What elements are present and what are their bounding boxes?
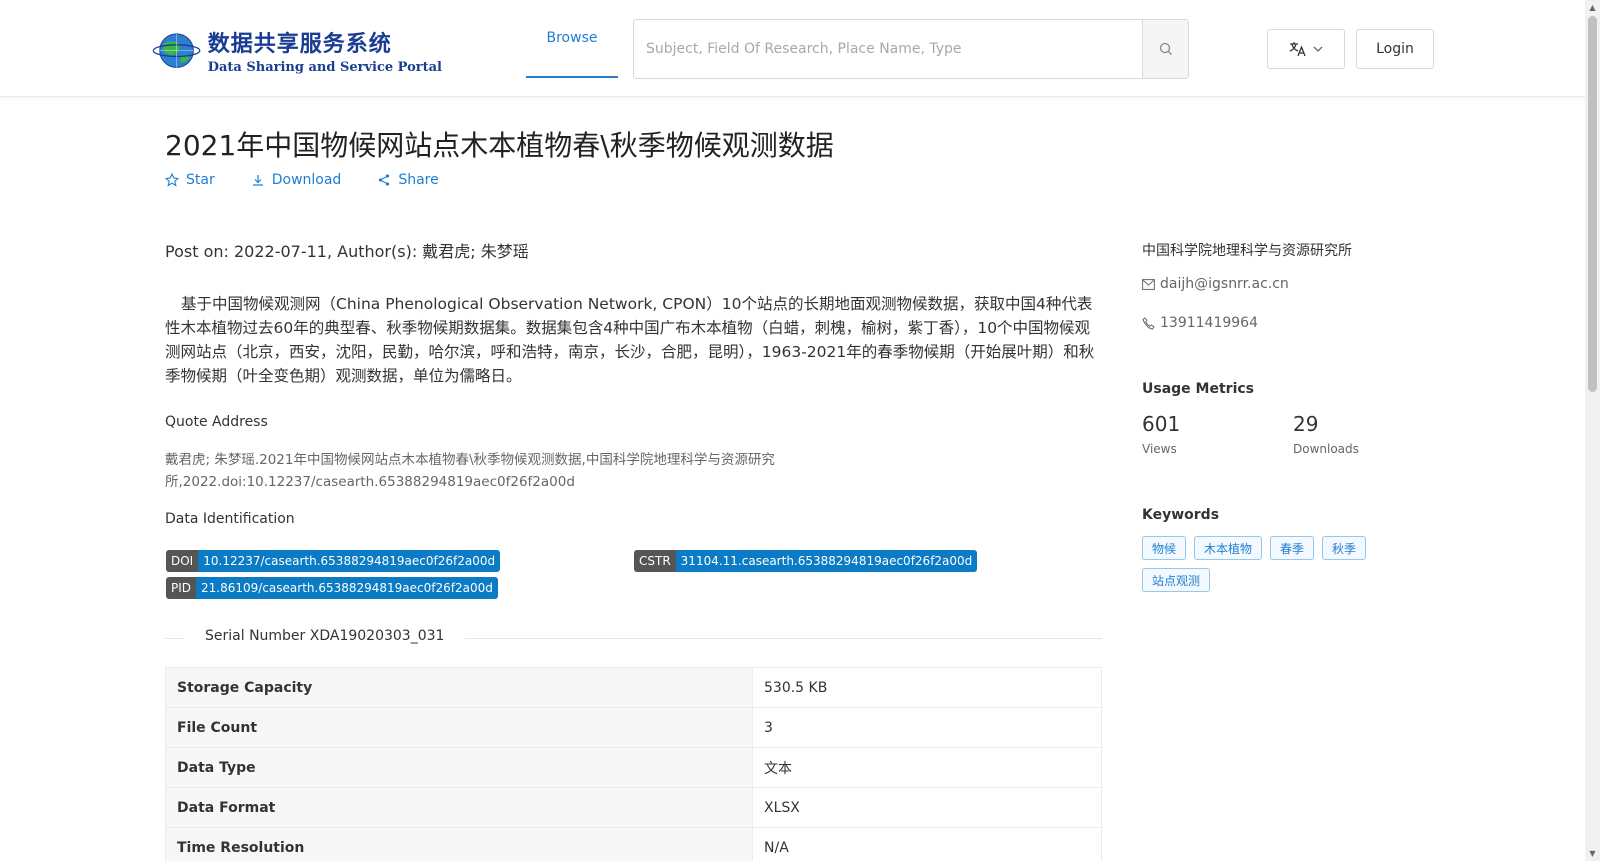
dataset-abstract: 基于中国物候观测网（China Phenological Observation… [165, 295, 1095, 385]
share-label: Share [398, 172, 439, 188]
download-label: Download [271, 172, 342, 188]
info-value: 3 [752, 707, 1102, 748]
pid-badge[interactable]: PID 21.86109/casearth.65388294819aec0f26… [166, 577, 498, 599]
cstr-badge[interactable]: CSTR 31104.11.casearth.65388294819aec0f2… [634, 550, 978, 572]
cstr-badge-key: CSTR [634, 550, 676, 572]
info-value: N/A [752, 827, 1102, 861]
logo-title-cn: 数据共享服务系统 [207, 30, 392, 57]
star-icon [165, 173, 179, 187]
downloads-label: Downloads [1293, 442, 1359, 456]
keyword-tag[interactable]: 物候 [1142, 536, 1187, 560]
pid-badge-value: 21.86109/casearth.65388294819aec0f26f2a0… [196, 577, 498, 599]
phone-icon [1142, 316, 1155, 330]
table-row: Time Resolution N/A [165, 827, 1102, 861]
usage-metrics-heading: Usage Metrics [1142, 381, 1254, 397]
keyword-tag[interactable]: 春季 [1270, 536, 1315, 560]
dataset-info-table: Storage Capacity 530.5 KB File Count 3 D… [165, 667, 1102, 861]
info-value: XLSX [752, 787, 1102, 828]
search-button[interactable] [1142, 20, 1188, 78]
share-action[interactable]: Share [377, 172, 439, 188]
info-key: Storage Capacity [165, 667, 753, 708]
keyword-tag[interactable]: 木本植物 [1194, 536, 1263, 560]
contact-phone[interactable]: 13911419964 [1142, 315, 1258, 331]
quote-address-label: Quote Address [165, 414, 268, 430]
views-metric: 601 Views [1142, 412, 1180, 456]
contact-email[interactable]: daijh@igsnrr.ac.cn [1142, 276, 1289, 292]
pid-badge-key: PID [166, 577, 197, 599]
downloads-metric: 29 Downloads [1293, 412, 1359, 456]
info-key: Data Type [165, 747, 753, 788]
logo-title-en: Data Sharing and Service Portal [207, 59, 442, 75]
phone-text: 13911419964 [1160, 315, 1258, 331]
page-scrollbar[interactable]: ▲ ▼ [1585, 0, 1600, 861]
info-key: Data Format [165, 787, 753, 828]
scroll-down-arrow-icon[interactable]: ▼ [1585, 846, 1600, 861]
cstr-badge-value: 31104.11.casearth.65388294819aec0f26f2a0… [675, 550, 978, 572]
downloads-count: 29 [1293, 412, 1319, 436]
table-row: Storage Capacity 530.5 KB [165, 667, 1102, 708]
globe-logo-icon [152, 33, 201, 68]
keyword-list: 物候 木本植物 春季 秋季 站点观测 [1142, 536, 1382, 592]
keywords-heading: Keywords [1142, 507, 1220, 523]
divider-line [465, 638, 1102, 639]
doi-badge[interactable]: DOI 10.12237/casearth.65388294819aec0f26… [166, 550, 501, 572]
site-header: 数据共享服务系统 Data Sharing and Service Portal… [0, 0, 1585, 97]
star-label: Star [186, 172, 215, 188]
info-key: Time Resolution [165, 827, 753, 861]
download-action[interactable]: Download [251, 172, 342, 188]
site-logo[interactable]: 数据共享服务系统 Data Sharing and Service Portal [152, 20, 442, 80]
translate-icon [1289, 42, 1306, 57]
search-box [633, 19, 1189, 79]
info-value: 文本 [752, 747, 1102, 788]
nav-browse[interactable]: Browse [526, 0, 618, 78]
views-label: Views [1142, 442, 1177, 456]
logo-text: 数据共享服务系统 Data Sharing and Service Portal [208, 26, 442, 75]
data-identification-label: Data Identification [165, 511, 295, 527]
search-input[interactable] [634, 20, 1142, 78]
table-row: File Count 3 [165, 707, 1102, 748]
post-info: Post on: 2022-07-11, Author(s): 戴君虎; 朱梦瑶 [165, 242, 529, 261]
keyword-tag[interactable]: 秋季 [1322, 536, 1367, 560]
info-key: File Count [165, 707, 753, 748]
search-icon [1159, 42, 1172, 55]
dataset-actions: Star Download Share [165, 172, 475, 188]
keyword-tag[interactable]: 站点观测 [1142, 568, 1211, 592]
chevron-down-icon [1313, 46, 1323, 52]
doi-badge-key: DOI [166, 550, 199, 572]
scroll-thumb[interactable] [1588, 16, 1597, 392]
dataset-title: 2021年中国物候网站点木本植物春\秋季物候观测数据 [165, 129, 834, 162]
organization-name: 中国科学院地理科学与资源研究所 [1142, 243, 1352, 259]
serial-number-divider: Serial Number XDA19020303_031 [165, 628, 1102, 648]
serial-number: Serial Number XDA19020303_031 [205, 628, 445, 644]
language-switcher[interactable] [1267, 29, 1345, 69]
login-button[interactable]: Login [1356, 29, 1434, 69]
download-icon [252, 175, 263, 186]
email-text: daijh@igsnrr.ac.cn [1160, 276, 1289, 292]
table-row: Data Type 文本 [165, 747, 1102, 788]
views-count: 601 [1142, 412, 1181, 436]
star-action[interactable]: Star [165, 172, 215, 188]
scroll-up-arrow-icon[interactable]: ▲ [1585, 0, 1600, 15]
table-row: Data Format XLSX [165, 787, 1102, 828]
mail-icon [1142, 278, 1155, 290]
doi-badge-value: 10.12237/casearth.65388294819aec0f26f2a0… [198, 550, 501, 572]
quote-address-text: 戴君虎; 朱梦瑶.2021年中国物候网站点木本植物春\秋季物候观测数据,中国科学… [165, 452, 775, 490]
divider-line [165, 638, 185, 639]
share-icon [379, 174, 390, 186]
info-value: 530.5 KB [752, 667, 1102, 708]
